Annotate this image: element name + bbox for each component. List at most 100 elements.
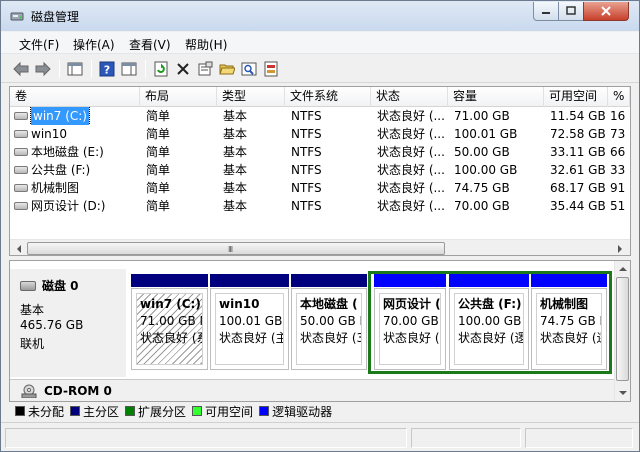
help-button[interactable]: ? — [97, 59, 117, 79]
vertical-scroll-thumb[interactable] — [616, 277, 629, 381]
volume-row[interactable]: 本地磁盘 (E:) 简单 基本 NTFS 状态良好 (... 50.00 GB … — [10, 143, 630, 161]
delete-button[interactable] — [173, 59, 193, 79]
volume-layout: 简单 — [146, 109, 171, 123]
volume-status: 状态良好 (... — [377, 145, 445, 159]
volume-name: 机械制图 — [31, 181, 80, 195]
column-filesystem[interactable]: 文件系统 — [285, 87, 371, 107]
legend-swatch-logical — [259, 406, 270, 416]
menu-view[interactable]: 查看(V) — [129, 36, 171, 53]
partition-legend: 未分配 主分区 扩展分区 可用空间 逻辑驱动器 — [9, 402, 631, 420]
volume-capacity: 100.01 GB — [454, 127, 518, 141]
refresh-button[interactable] — [151, 59, 171, 79]
scroll-right-button[interactable] — [612, 241, 628, 255]
close-icon — [601, 6, 611, 16]
column-percent-free[interactable]: % — [608, 87, 630, 107]
volume-row[interactable]: 网页设计 (D:) 简单 基本 NTFS 状态良好 (... 70.00 GB … — [10, 197, 630, 215]
volume-capacity: 70.00 GB — [454, 199, 510, 213]
scroll-left-button[interactable] — [11, 241, 27, 255]
partition-c[interactable]: win7 (C:) 71.00 GB N 状态良好 (系 — [131, 288, 208, 370]
menu-bar: 文件(F) 操作(A) 查看(V) 帮助(H) — [1, 32, 639, 54]
partition-band-primary — [210, 274, 289, 287]
legend-swatch-primary — [70, 406, 81, 416]
column-volume[interactable]: 卷 — [10, 87, 140, 107]
menu-file[interactable]: 文件(F) — [19, 36, 59, 53]
scroll-grip: III — [228, 245, 233, 254]
partition-status: 状态良好 (逻 — [458, 331, 524, 345]
volume-name: 网页设计 (D:) — [31, 199, 106, 213]
scroll-up-button[interactable] — [615, 261, 630, 276]
rescan-disks-button[interactable] — [261, 59, 281, 79]
legend-item: 未分配 — [15, 403, 64, 420]
partition-d[interactable]: 网页设计 ( 70.00 GB I 状态良好 (注 — [374, 288, 446, 370]
cdrom-0-row[interactable]: CD-ROM 0 — [10, 379, 614, 401]
title-bar[interactable]: 磁盘管理 — [1, 1, 639, 31]
volume-row[interactable]: win7 (C:) 简单 基本 NTFS 状态良好 (... 71.00 GB … — [10, 107, 630, 125]
menu-action[interactable]: 操作(A) — [73, 36, 115, 53]
partition-band-logical — [531, 274, 607, 287]
volume-type: 基本 — [223, 109, 248, 123]
partition-e[interactable]: 本地磁盘 ( 50.00 GB N 状态良好 (3 — [291, 288, 367, 370]
back-button[interactable] — [11, 59, 31, 79]
status-pane-secondary — [411, 428, 521, 448]
minimize-button[interactable] — [533, 2, 559, 21]
disk-management-app-icon — [10, 12, 24, 21]
partition-win10[interactable]: win10 100.01 GB I 状态良好 (主 — [210, 288, 289, 370]
partition-size: 100.01 GB I — [219, 314, 284, 328]
properties-button[interactable] — [195, 59, 215, 79]
arrow-left-icon — [17, 244, 21, 253]
forward-button[interactable] — [33, 59, 53, 79]
partition-mechanical-drawing[interactable]: 机械制图 74.75 GB N 状态良好 (逻 — [531, 288, 607, 370]
partition-name: 网页设计 ( — [383, 297, 441, 311]
horizontal-scroll-thumb[interactable]: III — [27, 242, 445, 255]
volume-status: 状态良好 (... — [377, 163, 445, 177]
volume-name: 本地磁盘 (E:) — [31, 145, 104, 159]
volume-type: 基本 — [223, 163, 248, 177]
menu-help[interactable]: 帮助(H) — [185, 36, 227, 53]
volume-type: 基本 — [223, 145, 248, 159]
volume-icon — [14, 130, 28, 138]
vertical-scrollbar[interactable] — [614, 261, 630, 401]
disk-graphical-view[interactable]: 磁盘 0 基本 465.76 GB 联机 win7 (C:) 71.00 GB … — [9, 260, 631, 402]
column-free-space[interactable]: 可用空间 — [544, 87, 608, 107]
volume-icon — [14, 202, 28, 210]
partition-band-primary — [291, 274, 367, 287]
volume-capacity: 74.75 GB — [454, 181, 510, 195]
volume-free-space: 33.11 GB — [550, 145, 606, 159]
volume-percent-free: 66 — [610, 145, 626, 159]
volume-status: 状态良好 (... — [377, 181, 445, 195]
partition-f[interactable]: 公共盘 (F:) 100.00 GB I 状态良好 (逻 — [449, 288, 529, 370]
scroll-down-button[interactable] — [615, 385, 630, 400]
properties-panel-button[interactable] — [119, 59, 139, 79]
volume-row[interactable]: win10 简单 基本 NTFS 状态良好 (... 100.01 GB 72.… — [10, 125, 630, 143]
column-layout[interactable]: 布局 — [140, 87, 217, 107]
maximize-button[interactable] — [558, 2, 584, 21]
legend-label: 可用空间 — [205, 404, 254, 419]
open-button[interactable] — [217, 59, 237, 79]
volume-list[interactable]: 卷 布局 类型 文件系统 状态 容量 可用空间 % win7 (C:) 简单 基… — [9, 86, 631, 256]
volume-row[interactable]: 公共盘 (F:) 简单 基本 NTFS 状态良好 (... 100.00 GB … — [10, 161, 630, 179]
partition-band-logical — [374, 274, 446, 287]
column-status[interactable]: 状态 — [371, 87, 448, 107]
volume-icon — [14, 112, 28, 120]
volume-free-space: 72.58 GB — [550, 127, 606, 141]
disk-size: 465.76 GB — [20, 318, 84, 332]
volume-status: 状态良好 (... — [377, 109, 445, 123]
column-type[interactable]: 类型 — [217, 87, 285, 107]
volume-row[interactable]: 机械制图 简单 基本 NTFS 状态良好 (... 74.75 GB 68.17… — [10, 179, 630, 197]
disk-0-label[interactable]: 磁盘 0 基本 465.76 GB 联机 — [10, 269, 126, 377]
legend-item: 逻辑驱动器 — [259, 403, 332, 420]
legend-item: 主分区 — [70, 403, 119, 420]
back-arrow-icon — [13, 61, 29, 77]
explore-button[interactable] — [239, 59, 259, 79]
partition-band-primary — [131, 274, 208, 287]
toolbar-separator — [59, 60, 60, 78]
horizontal-scrollbar[interactable]: III — [10, 239, 630, 255]
volume-free-space: 68.17 GB — [550, 181, 606, 195]
partition-status: 状态良好 (主 — [219, 331, 284, 345]
partition-size: 74.75 GB N — [540, 314, 602, 328]
volume-layout: 简单 — [146, 127, 171, 141]
console-tree-button[interactable] — [65, 59, 85, 79]
column-capacity[interactable]: 容量 — [448, 87, 544, 107]
close-button[interactable] — [583, 2, 629, 21]
partition-status: 状态良好 (系 — [140, 331, 203, 345]
